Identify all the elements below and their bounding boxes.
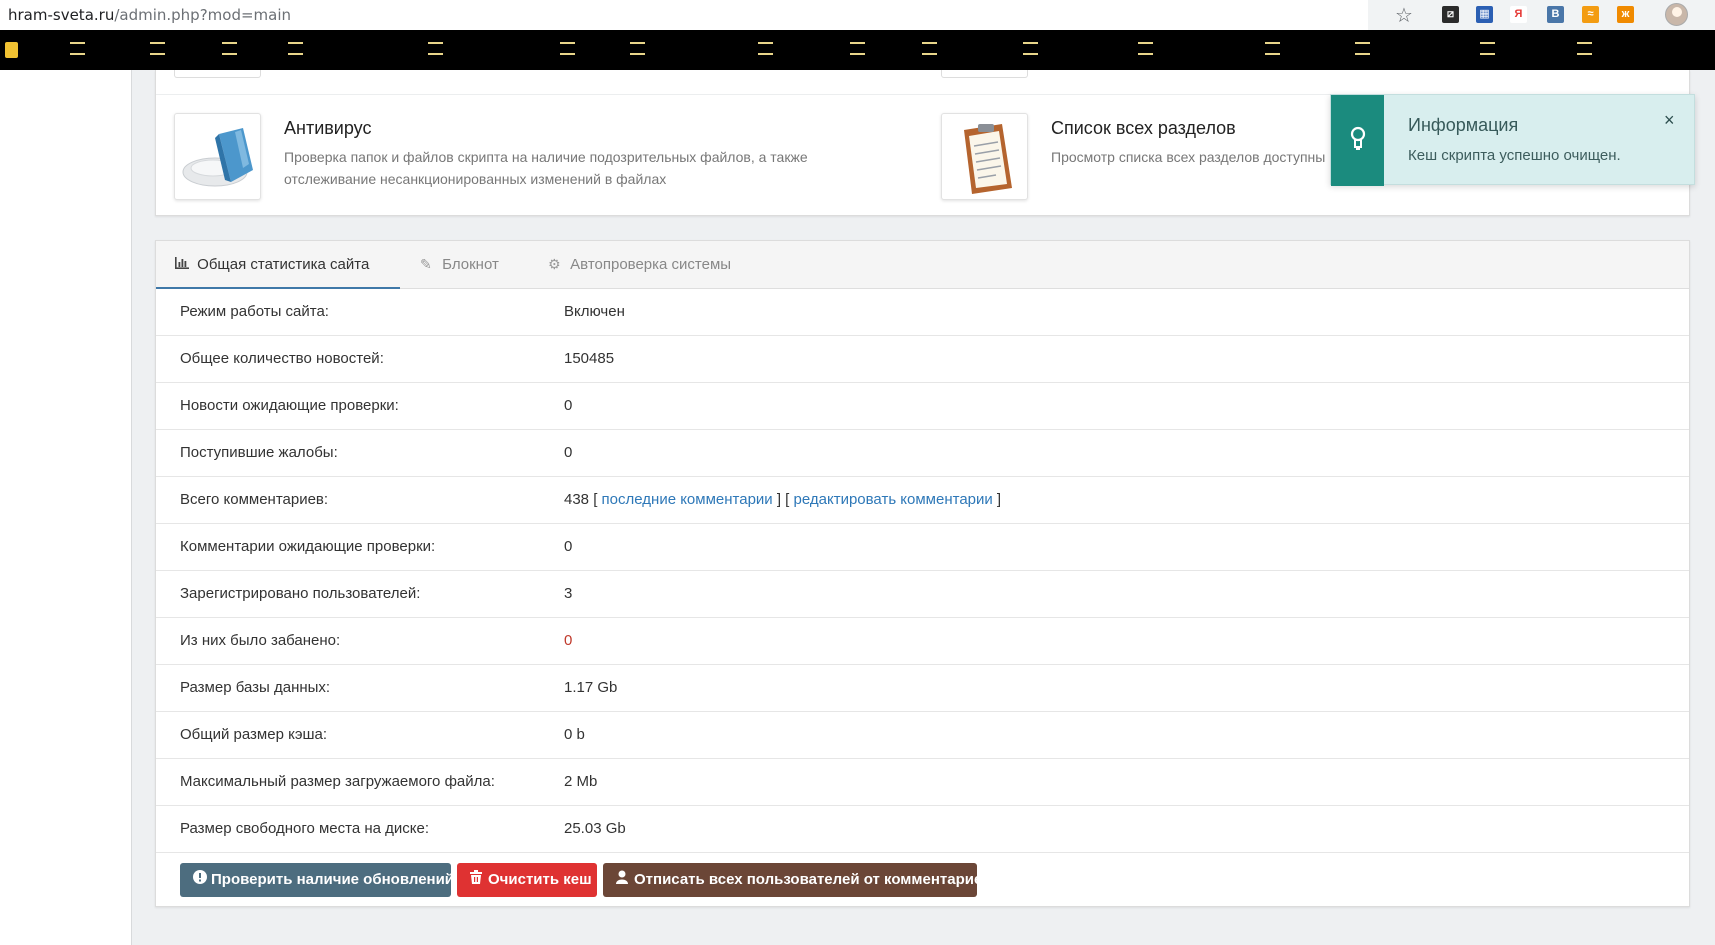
stat-value: 150485	[564, 350, 615, 367]
bookmark-icon[interactable]	[1577, 42, 1592, 55]
clipboard-icon[interactable]	[941, 113, 1028, 200]
address-bar[interactable]: hram-sveta.ru/admin.php?mod=main ☆ ⧄ ▦ Я…	[0, 0, 1715, 30]
rss-icon[interactable]: ≈	[1582, 6, 1599, 23]
stat-row: Поступившие жалобы: 0	[156, 430, 1689, 477]
module-title-antivirus[interactable]: Антивирус	[284, 118, 371, 139]
stat-value: 2 Mb	[564, 773, 598, 790]
stat-label: Размер базы данных:	[180, 679, 331, 696]
stat-label: Общее количество новостей:	[180, 350, 384, 367]
stat-value: 25.03 Gb	[564, 820, 626, 837]
stat-label: Новости ожидающие проверки:	[180, 397, 399, 414]
ext-icon-2[interactable]: ▦	[1476, 6, 1493, 23]
stat-row: Зарегистрировано пользователей: 3	[156, 571, 1689, 618]
url-text[interactable]: hram-sveta.ru/admin.php?mod=main	[8, 6, 291, 24]
bookmark-icon[interactable]	[630, 42, 645, 55]
stat-row: Комментарии ожидающие проверки: 0	[156, 524, 1689, 571]
stat-row: Общий размер кэша: 0 b	[156, 712, 1689, 759]
stat-value: 0	[564, 444, 573, 461]
stat-row: Режим работы сайта: Включен	[156, 289, 1689, 336]
stat-row: Максимальный размер загружаемого файла: …	[156, 759, 1689, 806]
antivirus-icon[interactable]	[174, 113, 261, 200]
stat-row: Размер базы данных: 1.17 Gb	[156, 665, 1689, 712]
module-tile-stub	[941, 70, 1028, 78]
bookmarks-bar	[0, 30, 1715, 70]
stat-label: Поступившие жалобы:	[180, 444, 338, 461]
stat-value: 0	[564, 397, 573, 414]
stat-label: Комментарии ожидающие проверки:	[180, 538, 436, 555]
bookmark-icon[interactable]	[150, 42, 165, 55]
stat-row: Из них было забанено: 0	[156, 618, 1689, 665]
bookmark-icon[interactable]	[222, 42, 237, 55]
exclamation-icon	[193, 863, 211, 897]
notification-toast: Информация Кеш скрипта успешно очищен. ×	[1330, 94, 1695, 186]
stat-value: 438 [ последние комментарии ] [ редактир…	[564, 491, 1002, 508]
stat-row: Всего комментариев: 438 [ последние комм…	[156, 477, 1689, 524]
stat-row: Размер свободного места на диске: 25.03 …	[156, 806, 1689, 853]
bookmark-icon[interactable]	[70, 42, 85, 55]
stat-row: Общее количество новостей: 150485	[156, 336, 1689, 383]
edit-icon: ✎	[420, 256, 432, 272]
stats-panel: Общая статистика сайта ✎ Блокнот ⚙ Автоп…	[155, 240, 1690, 907]
stat-value: 0	[564, 632, 573, 649]
bookmark-icon[interactable]	[560, 42, 575, 55]
stat-label: Зарегистрировано пользователей:	[180, 585, 421, 602]
trash-icon	[470, 863, 488, 897]
stat-label: Общий размер кэша:	[180, 726, 328, 743]
edit-comments-link[interactable]: редактировать комментарии	[794, 491, 993, 508]
vk-icon[interactable]: В	[1547, 6, 1564, 23]
bookmark-icon[interactable]	[1355, 42, 1370, 55]
tabs-bar: Общая статистика сайта ✎ Блокнот ⚙ Автоп…	[156, 241, 1689, 289]
bookmark-folder-icon[interactable]	[5, 42, 18, 58]
bookmark-icon[interactable]	[1138, 42, 1153, 55]
odnoklassniki-icon[interactable]: ж	[1617, 6, 1634, 23]
module-desc-sections: Просмотр списка всех разделов доступны	[1051, 149, 1326, 165]
tab-notepad[interactable]: ✎ Блокнот	[420, 241, 499, 289]
close-icon[interactable]: ×	[1664, 110, 1675, 131]
toolbar-area	[1368, 0, 1715, 30]
toast-accent	[1331, 95, 1384, 186]
profile-avatar[interactable]	[1665, 3, 1688, 26]
bookmark-icon[interactable]	[1480, 42, 1495, 55]
bookmark-icon[interactable]	[1023, 42, 1038, 55]
ext-icon-1[interactable]: ⧄	[1442, 6, 1459, 23]
bookmark-icon[interactable]	[758, 42, 773, 55]
gear-icon: ⚙	[548, 256, 561, 272]
bookmark-icon[interactable]	[1265, 42, 1280, 55]
stat-value: 0 b	[564, 726, 585, 743]
tab-autocheck[interactable]: ⚙ Автопроверка системы	[548, 241, 731, 289]
unsubscribe-all-button[interactable]: Отписать всех пользователей от комментар…	[603, 863, 992, 897]
module-desc-antivirus: Проверка папок и файлов скрипта на налич…	[284, 149, 808, 187]
lightbulb-icon	[1350, 126, 1366, 150]
admin-sidebar	[0, 70, 132, 945]
tab-stats[interactable]: Общая статистика сайта	[156, 241, 400, 289]
chart-icon	[175, 241, 193, 287]
stat-row: Новости ожидающие проверки: 0	[156, 383, 1689, 430]
stat-label: Размер свободного места на диске:	[180, 820, 430, 837]
stat-value: Включен	[564, 303, 625, 320]
bookmark-icon[interactable]	[922, 42, 937, 55]
bookmark-star-icon[interactable]: ☆	[1395, 3, 1413, 28]
module-title-sections[interactable]: Список всех разделов	[1051, 118, 1236, 139]
module-tile-stub	[174, 70, 261, 78]
stat-label: Максимальный размер загружаемого файла:	[180, 773, 495, 790]
bookmark-icon[interactable]	[850, 42, 865, 55]
yandex-icon[interactable]: Я	[1510, 6, 1527, 23]
last-comments-link[interactable]: последние комментарии	[602, 491, 773, 508]
stat-label: Из них было забанено:	[180, 632, 341, 649]
toast-message: Кеш скрипта успешно очищен.	[1408, 147, 1621, 164]
stat-label: Всего комментариев:	[180, 491, 329, 508]
bookmark-icon[interactable]	[428, 42, 443, 55]
user-icon	[616, 863, 634, 897]
toast-title: Информация	[1408, 115, 1519, 135]
check-updates-button[interactable]: Проверить наличие обновлений	[180, 863, 454, 897]
stat-label: Режим работы сайта:	[180, 303, 329, 320]
bookmark-icon[interactable]	[288, 42, 303, 55]
stat-value: 3	[564, 585, 573, 602]
stat-value: 1.17 Gb	[564, 679, 618, 696]
clear-cache-button[interactable]: Очистить кеш	[457, 863, 597, 897]
stat-value: 0	[564, 538, 573, 555]
